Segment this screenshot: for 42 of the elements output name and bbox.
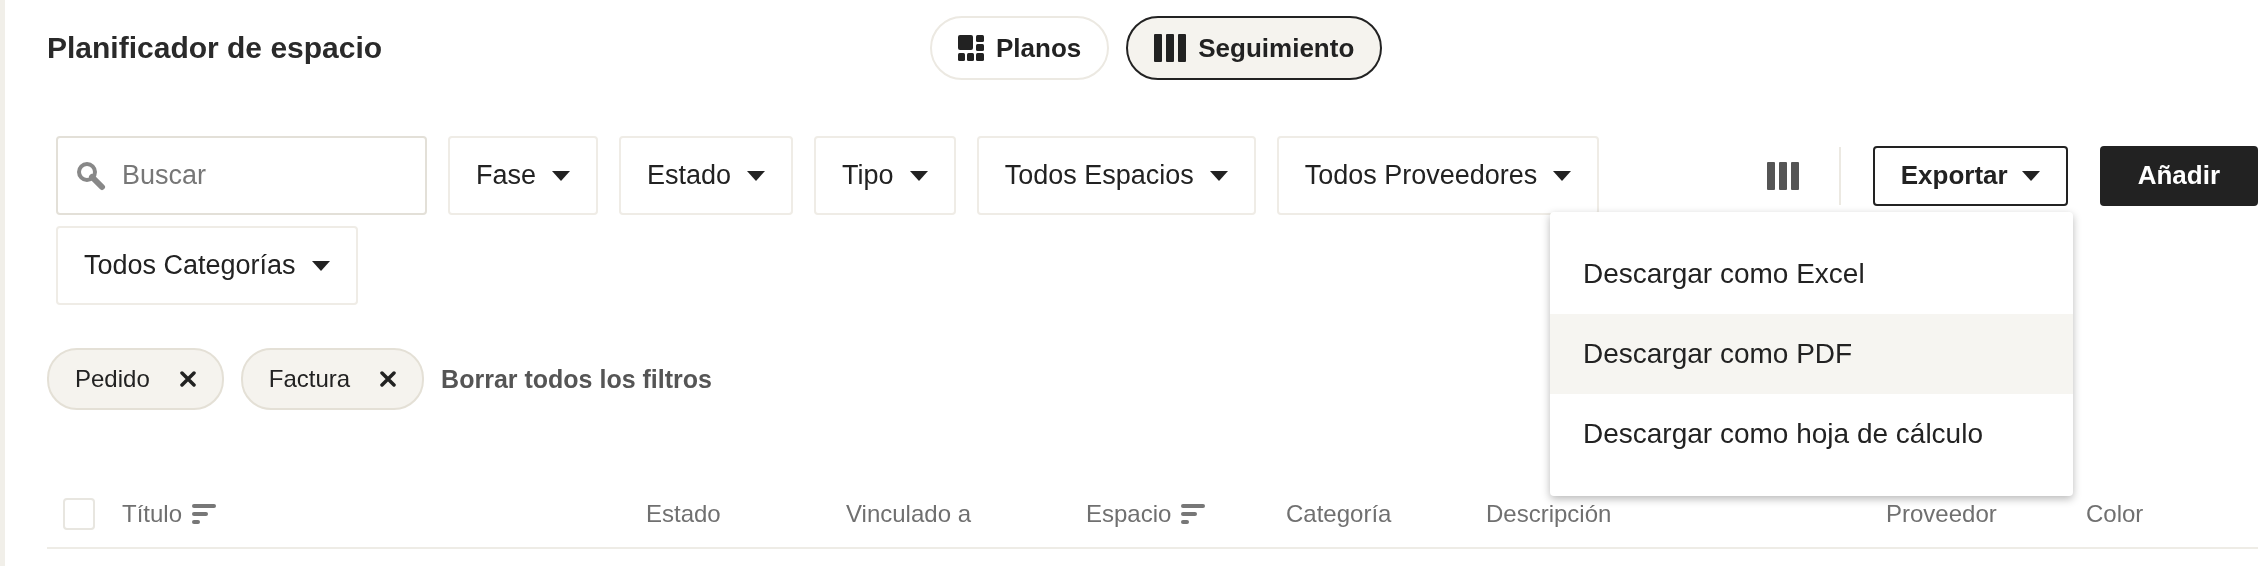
columns-icon	[1154, 34, 1187, 62]
caret-icon	[552, 170, 571, 181]
filter-dropdown[interactable]: Fase	[448, 136, 599, 215]
close-icon[interactable]	[179, 371, 196, 387]
column-header: Estado	[646, 500, 721, 528]
chip-label: Factura	[268, 365, 351, 393]
caret-icon	[1553, 170, 1572, 181]
search-icon	[76, 160, 106, 191]
page-title: Planificador de espacio	[47, 31, 384, 65]
filter-dropdown[interactable]: Estado	[619, 136, 794, 215]
search-field[interactable]: Buscar	[56, 136, 427, 215]
add-button[interactable]: Añadir	[2099, 145, 2258, 206]
menu-item[interactable]: Descargar como Excel	[1550, 234, 2073, 314]
grid-icon	[958, 35, 984, 61]
columns-icon[interactable]	[1766, 161, 1799, 190]
column-header: Descripción	[1486, 500, 1612, 528]
clear-filters-link[interactable]: Borrar todos los filtros	[441, 364, 712, 394]
caret-icon	[1209, 170, 1228, 181]
column-header: Color	[2086, 500, 2144, 528]
sort-icon[interactable]	[1181, 504, 1206, 524]
caret-icon	[2021, 170, 2040, 181]
sort-icon[interactable]	[192, 504, 217, 524]
column-header[interactable]: Título	[122, 500, 217, 528]
view-toggle-button[interactable]: Planos	[930, 16, 1110, 80]
menu-item[interactable]: Descargar como PDF	[1550, 314, 2073, 394]
filter-dropdown[interactable]: Todos Espacios	[976, 136, 1256, 215]
filter-dropdown[interactable]: Todos Proveedores	[1276, 136, 1600, 215]
caret-icon	[747, 170, 766, 181]
chip-label: Pedido	[75, 365, 150, 393]
menu-item[interactable]: Descargar como hoja de cálculo	[1550, 394, 2073, 474]
export-button[interactable]: Exportar	[1872, 145, 2068, 206]
select-all-checkbox[interactable]	[63, 498, 95, 530]
view-toggle-button[interactable]: Seguimiento	[1126, 16, 1383, 80]
caret-icon	[909, 170, 928, 181]
close-icon[interactable]	[380, 371, 397, 387]
filter-dropdown[interactable]: Todos Categorías	[56, 226, 358, 305]
column-header: Categoría	[1286, 500, 1392, 528]
filter-dropdown[interactable]: Tipo	[814, 136, 956, 215]
column-header: Vinculado a	[846, 500, 971, 528]
column-header[interactable]: Espacio	[1086, 500, 1206, 528]
column-header: Proveedor	[1886, 500, 1997, 528]
caret-icon	[311, 260, 330, 271]
